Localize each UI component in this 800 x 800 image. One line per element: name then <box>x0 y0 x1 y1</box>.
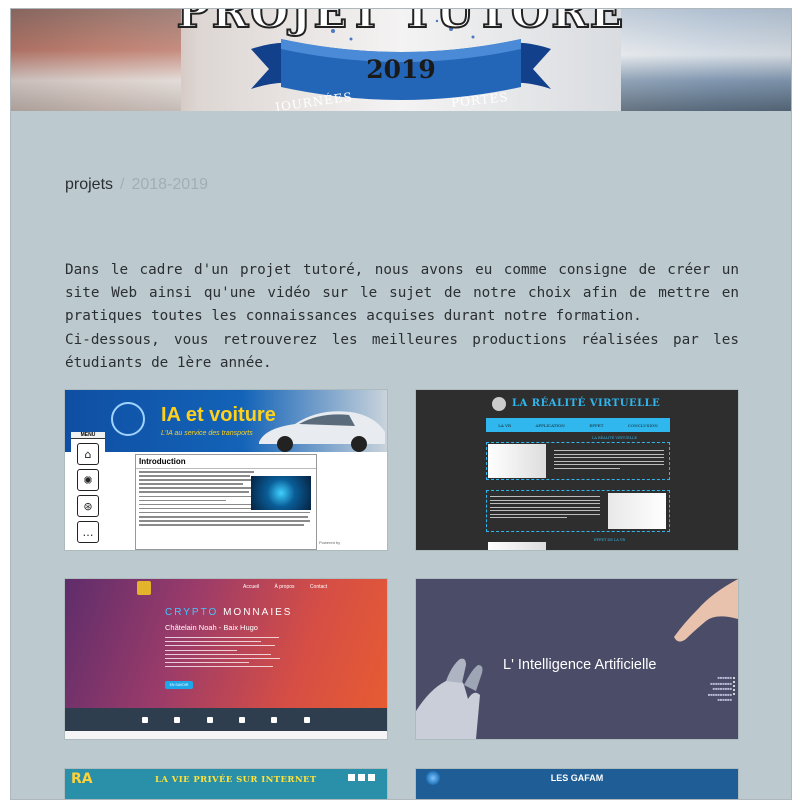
hero-banner: PROJET TUTORÉ 2019 JOURNÉES PORTES <box>11 9 791 111</box>
crypto-logo-icon <box>137 581 151 595</box>
thumbnail-nav: LA VR APPLICATION EFFET CONCLUSION <box>486 418 670 432</box>
thumbnail-strip <box>65 731 387 739</box>
breadcrumb-current: 2018-2019 <box>131 176 208 193</box>
brand-part: CRYPTO <box>165 607 219 618</box>
project-thumbnail-gafam[interactable]: LES GAFAM <box>416 769 738 799</box>
steering-wheel-icon: ⊛ <box>77 495 99 517</box>
brain-icon: ✺ <box>77 469 99 491</box>
panel-heading: EFFET DE LA VR <box>594 538 626 542</box>
text-lines <box>554 450 664 471</box>
thumbnail-subtitle: L'IA au service des transports <box>161 430 253 437</box>
text-lines: ■■■■■■ ■■■■■■■■■ ■■■■■■■■ ■■■■■■■■■■ ■■■■■■ <box>707 675 732 702</box>
slider-dots <box>733 677 735 697</box>
text-lines <box>165 637 285 671</box>
page-frame: PROJET TUTORÉ 2019 JOURNÉES PORTES proje… <box>10 8 792 800</box>
thumbnail-authors: Châtelain Noah - Baix Hugo <box>165 623 258 632</box>
thumbnail-title: LA RÉALITÉ VIRTUELLE <box>512 398 661 409</box>
project-thumbnail-intelligence-artificielle[interactable]: L' Intelligence Artificielle ■■■■■■ ■■■■■… <box>416 579 738 739</box>
thumbnail-brand: CRYPTO MONNAIES <box>165 607 292 618</box>
chat-icon: … <box>77 521 99 543</box>
nav-item: CONCLUSION <box>627 422 658 428</box>
vr-image <box>488 542 546 550</box>
nav-item: APPLICATION <box>535 422 565 428</box>
intro-text: Dans le cadre d'un projet tutoré, nous a… <box>65 259 739 375</box>
menu-item: Accueil <box>243 584 260 590</box>
breadcrumb-link-projets[interactable]: projets <box>65 176 113 193</box>
banner-year: 2019 <box>366 55 436 84</box>
menu-item: À propos <box>274 584 295 590</box>
thumbnail-title: LA VIE PRIVÉE SUR INTERNET <box>155 775 317 785</box>
vr-logo-icon <box>492 397 506 411</box>
nav-item: EFFET <box>589 422 604 428</box>
panel-heading: LA RÉALITÉ VIRTUELLE <box>592 436 637 440</box>
thumbnail-menu: Accueil À propos Contact <box>243 584 341 590</box>
menu-label: MENU <box>71 432 105 439</box>
intro-paragraph: Dans le cadre d'un projet tutoré, nous a… <box>65 262 739 325</box>
vr-headset-image <box>608 493 666 529</box>
thumbnail-title: L' Intelligence Artificielle <box>503 657 657 673</box>
project-thumbnail-crypto-monnaies[interactable]: Accueil À propos Contact CRYPTO MONNAIES… <box>65 579 387 739</box>
breadcrumb: projets / 2018-2019 <box>65 176 208 194</box>
thumbnail-side-menu: MENU ⌂ ✺ ⊛ … <box>71 432 105 550</box>
brand-part: MONNAIES <box>223 607 293 618</box>
thumbnail-section-title: Introduction <box>136 455 316 469</box>
text-lines <box>490 496 600 521</box>
circuit-image <box>251 476 311 510</box>
thumbnail-footer <box>65 708 387 731</box>
powered-by-label: Powered by <box>319 540 341 545</box>
breadcrumb-separator: / <box>120 176 125 193</box>
intro-paragraph: Ci-dessous, vous retrouverez les meilleu… <box>65 331 739 371</box>
thumbnail-title: LES GAFAM <box>550 773 604 783</box>
banner-title: PROJET TUTORÉ <box>176 9 626 39</box>
menu-item: Contact <box>309 584 328 590</box>
ai-logo-icon <box>111 402 145 436</box>
project-thumbnail-realite-virtuelle[interactable]: LA RÉALITÉ VIRTUELLE LA VR APPLICATION E… <box>416 390 738 550</box>
project-thumbnail-ia-voiture[interactable]: IA et voiture L'IA au service des transp… <box>65 390 387 550</box>
nav-item: LA VR <box>498 422 511 428</box>
project-thumbnail-vie-privee[interactable]: RA LA VIE PRIVÉE SUR INTERNET <box>65 769 387 799</box>
thumbnail-logo: RA <box>71 771 93 787</box>
thumbnail-button: EN SAVOIR <box>165 681 193 689</box>
vr-headset-image <box>488 444 546 478</box>
social-icons <box>348 774 375 781</box>
car-image <box>259 411 385 452</box>
home-icon: ⌂ <box>77 443 99 465</box>
